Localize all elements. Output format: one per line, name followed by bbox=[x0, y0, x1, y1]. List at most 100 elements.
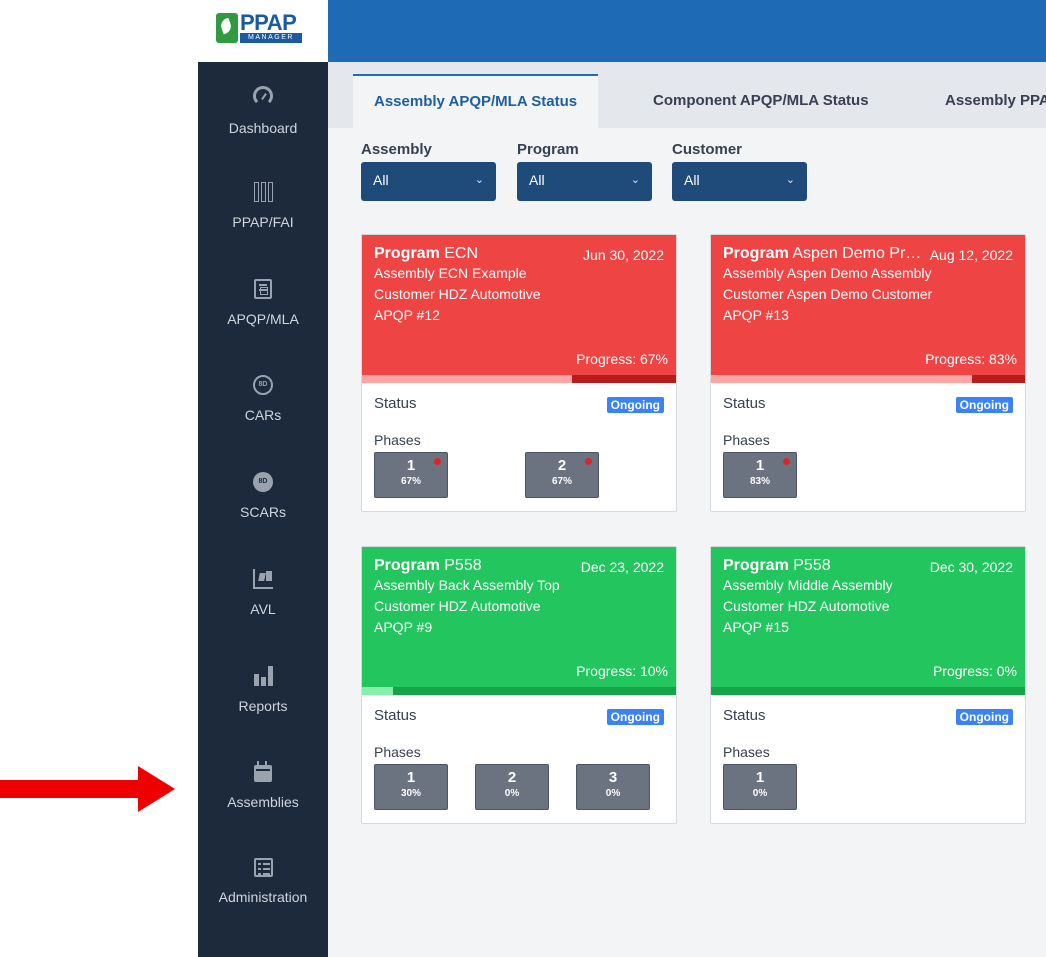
chevron-down-icon: ⌄ bbox=[785, 174, 795, 186]
sidebar-item-label: Dashboard bbox=[228, 120, 298, 136]
card-progress-text: Progress: 10% bbox=[576, 663, 668, 679]
card-customer: Customer HDZ Automotive bbox=[374, 284, 664, 305]
phase-button[interactable]: 1 0% bbox=[723, 764, 797, 810]
bar-chart-icon bbox=[253, 666, 273, 686]
phase-button[interactable]: 3 0% bbox=[576, 764, 650, 810]
select-value: All bbox=[684, 172, 700, 188]
phase-list: 1 67% 2 67% bbox=[374, 452, 664, 500]
phase-button[interactable]: 1 30% bbox=[374, 764, 448, 810]
progress-bar-fill bbox=[971, 375, 1025, 383]
progress-bar bbox=[711, 687, 1025, 695]
phase-button[interactable]: 1 83% bbox=[723, 452, 797, 498]
sidebar-item-dashboard[interactable]: Dashboard bbox=[198, 86, 328, 176]
cart-icon bbox=[253, 569, 273, 589]
customer-label: Customer bbox=[723, 598, 784, 614]
apqp-card[interactable]: Program P558 Dec 23, 2022 Assembly Back … bbox=[361, 546, 677, 824]
phases-label: Phases bbox=[723, 744, 770, 760]
assembly-name: Back Assembly Top bbox=[438, 577, 560, 593]
card-assembly: Assembly ECN Example bbox=[374, 263, 664, 284]
phases-label: Phases bbox=[374, 744, 421, 760]
card-header: Program Aspen Demo Pr… Aug 12, 2022 Asse… bbox=[711, 235, 1025, 375]
card-date: Aug 12, 2022 bbox=[929, 247, 1013, 263]
assembly-label: Assembly bbox=[723, 577, 784, 593]
phase-percent: 67% bbox=[400, 476, 421, 487]
sidebar-item-label: Administration bbox=[218, 889, 308, 905]
top-bar bbox=[328, 0, 1046, 62]
assembly-label: Assembly bbox=[374, 265, 435, 281]
phase-number: 2 bbox=[507, 769, 517, 786]
logo[interactable]: PPAP MANAGER bbox=[198, 0, 328, 62]
phase-button[interactable]: 2 67% bbox=[525, 452, 599, 498]
apqp-card[interactable]: Program Aspen Demo Pr… Aug 12, 2022 Asse… bbox=[710, 234, 1026, 512]
apqp-card[interactable]: Program ECN Jun 30, 2022 Assembly ECN Ex… bbox=[361, 234, 677, 512]
customer-name: HDZ Automotive bbox=[438, 598, 541, 614]
list-icon bbox=[253, 858, 273, 877]
program-select[interactable]: All ⌄ bbox=[517, 162, 652, 201]
assembly-label: Assembly bbox=[374, 577, 435, 593]
status-badge: Ongoing bbox=[955, 397, 1013, 413]
phase-number: 1 bbox=[406, 769, 416, 786]
sidebar-item-label: Reports bbox=[238, 698, 288, 714]
assembly-name: ECN Example bbox=[438, 265, 527, 281]
phase-button[interactable]: 2 0% bbox=[475, 764, 549, 810]
customer-select[interactable]: All ⌄ bbox=[672, 162, 807, 201]
customer-filter: Customer All ⌄ bbox=[672, 140, 807, 201]
card-header: Program P558 Dec 30, 2022 Assembly Middl… bbox=[711, 547, 1025, 687]
phase-list: 1 30% 2 0% 3 0% bbox=[374, 764, 664, 812]
tab-component-apqp-mla-status[interactable]: Component APQP/MLA Status bbox=[632, 74, 890, 128]
card-date: Dec 30, 2022 bbox=[929, 559, 1013, 575]
card-body: Status Ongoing Phases 1 30% 2 0% 3 0% bbox=[362, 695, 676, 823]
customer-label: Customer bbox=[374, 598, 435, 614]
progress-bar-fill bbox=[572, 375, 676, 383]
phase-list: 1 0% bbox=[723, 764, 1013, 812]
program-name: Aspen Demo Pr… bbox=[792, 245, 922, 262]
progress-bar bbox=[711, 375, 1025, 383]
alert-dot-icon bbox=[783, 458, 790, 465]
program-label: Program bbox=[374, 245, 440, 262]
logo-subtitle: MANAGER bbox=[240, 33, 302, 43]
sidebar-item-label: PPAP/FAI bbox=[232, 214, 294, 230]
select-value: All bbox=[529, 172, 545, 188]
tab-assembly-ppap-status[interactable]: Assembly PPAP Status bbox=[924, 74, 1046, 128]
document-icon bbox=[254, 279, 272, 299]
dashboard-icon bbox=[253, 86, 273, 106]
sidebar-item-apqp-mla[interactable]: APQP/MLA bbox=[198, 279, 328, 369]
card-assembly: Assembly Aspen Demo Assembly bbox=[723, 263, 1013, 284]
sidebar-item-administration[interactable]: Administration bbox=[198, 858, 328, 948]
phase-button[interactable]: 1 67% bbox=[374, 452, 448, 498]
phase-percent: 30% bbox=[400, 788, 421, 799]
phase-percent: 83% bbox=[749, 476, 770, 487]
books-icon bbox=[253, 182, 273, 202]
card-progress-text: Progress: 0% bbox=[932, 663, 1017, 679]
card-date: Dec 23, 2022 bbox=[580, 559, 664, 575]
assembly-label: Assembly bbox=[723, 265, 784, 281]
logo-mark: PPAP MANAGER bbox=[216, 10, 302, 44]
annotation-arrow-head bbox=[138, 766, 175, 812]
sidebar-item-label: APQP/MLA bbox=[227, 311, 299, 327]
status-badge: Ongoing bbox=[955, 709, 1013, 725]
assembly-select[interactable]: All ⌄ bbox=[361, 162, 496, 201]
sidebar-item-label: CARs bbox=[244, 407, 282, 423]
card-assembly: Assembly Back Assembly Top bbox=[374, 575, 664, 596]
alert-dot-icon bbox=[585, 458, 592, 465]
program-label: Program bbox=[723, 557, 789, 574]
sidebar-item-avl[interactable]: AVL bbox=[198, 569, 328, 659]
annotation-arrow bbox=[0, 766, 175, 812]
filter-label: Assembly bbox=[361, 141, 432, 158]
card-program: Program P558 bbox=[374, 557, 579, 575]
apqp-card[interactable]: Program P558 Dec 30, 2022 Assembly Middl… bbox=[710, 546, 1026, 824]
card-date: Jun 30, 2022 bbox=[583, 247, 664, 263]
customer-name: HDZ Automotive bbox=[438, 286, 541, 302]
tab-assembly-apqp-mla-status[interactable]: Assembly APQP/MLA Status bbox=[353, 74, 599, 128]
sidebar-item-scars[interactable]: 8D SCARs bbox=[198, 472, 328, 562]
sidebar-item-reports[interactable]: Reports bbox=[198, 666, 328, 756]
card-apqp-number: APQP #12 bbox=[374, 307, 440, 323]
sidebar-item-ppap-fai[interactable]: PPAP/FAI bbox=[198, 182, 328, 272]
sidebar-item-cars[interactable]: 8D CARs bbox=[198, 375, 328, 465]
phases-label: Phases bbox=[723, 432, 770, 448]
leaf-icon bbox=[216, 13, 238, 43]
card-program: Program P558 bbox=[723, 557, 928, 575]
chevron-down-icon: ⌄ bbox=[474, 174, 484, 186]
sidebar-item-assemblies[interactable]: Assemblies bbox=[198, 761, 328, 852]
card-apqp-number: APQP #13 bbox=[723, 307, 789, 323]
